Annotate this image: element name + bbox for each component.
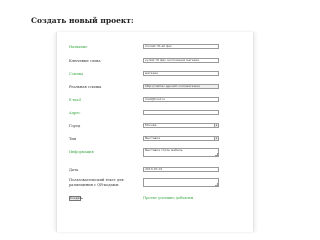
info-text: Выставка стиль мебель — [145, 148, 183, 152]
address-label: Адрес — [69, 111, 81, 115]
qr-text-textarea[interactable] — [143, 178, 219, 187]
chevron-down-icon: ▾ — [214, 137, 218, 140]
city-select-value: Москва — [145, 123, 157, 127]
email-label: E-mail — [69, 98, 81, 102]
type-select-value: Выставка — [145, 136, 161, 140]
link-field[interactable]: магазин — [143, 71, 219, 76]
name-label: Название — [69, 45, 88, 49]
type-label: Тип — [69, 137, 77, 141]
info-label: Информация — [69, 150, 94, 154]
name-field[interactable]: Іполий т6-ай фес — [143, 44, 219, 49]
resize-grip-icon[interactable] — [215, 183, 218, 186]
success-hint: Проект успешно добавлен — [143, 196, 194, 200]
city-label: Город — [69, 124, 81, 128]
info-textarea[interactable]: Выставка стиль мебель — [143, 148, 219, 157]
keywords-label: Ключевые слова — [69, 59, 101, 63]
type-select[interactable]: Выставка ▾ — [143, 136, 219, 141]
date-field[interactable]: 2013-07-01 — [143, 167, 219, 172]
chevron-down-icon: ▾ — [214, 124, 218, 127]
address-field[interactable] — [143, 110, 219, 115]
city-select[interactable]: Москва ▾ — [143, 123, 219, 128]
real-link-field: http://сайтас.ajpсайт.com/магазин/ — [143, 84, 219, 89]
page-title: Создать новый проект: — [31, 16, 134, 25]
keywords-field[interactable]: кулий т6 фес экспозиция магазин — [143, 58, 219, 63]
create-button[interactable]: Создать — [69, 196, 83, 201]
email-field[interactable]: mail@host.ru — [143, 97, 219, 102]
date-label: Дата — [69, 168, 79, 172]
resize-grip-icon[interactable] — [215, 153, 218, 156]
link-label: Ссылка — [69, 72, 84, 76]
qr-text-label: Пользовательский текст для размещения с … — [69, 178, 124, 187]
page: Создать новый проект: Название Іполий т6… — [0, 0, 320, 240]
real-link-label: Реальная ссылка — [69, 85, 102, 89]
